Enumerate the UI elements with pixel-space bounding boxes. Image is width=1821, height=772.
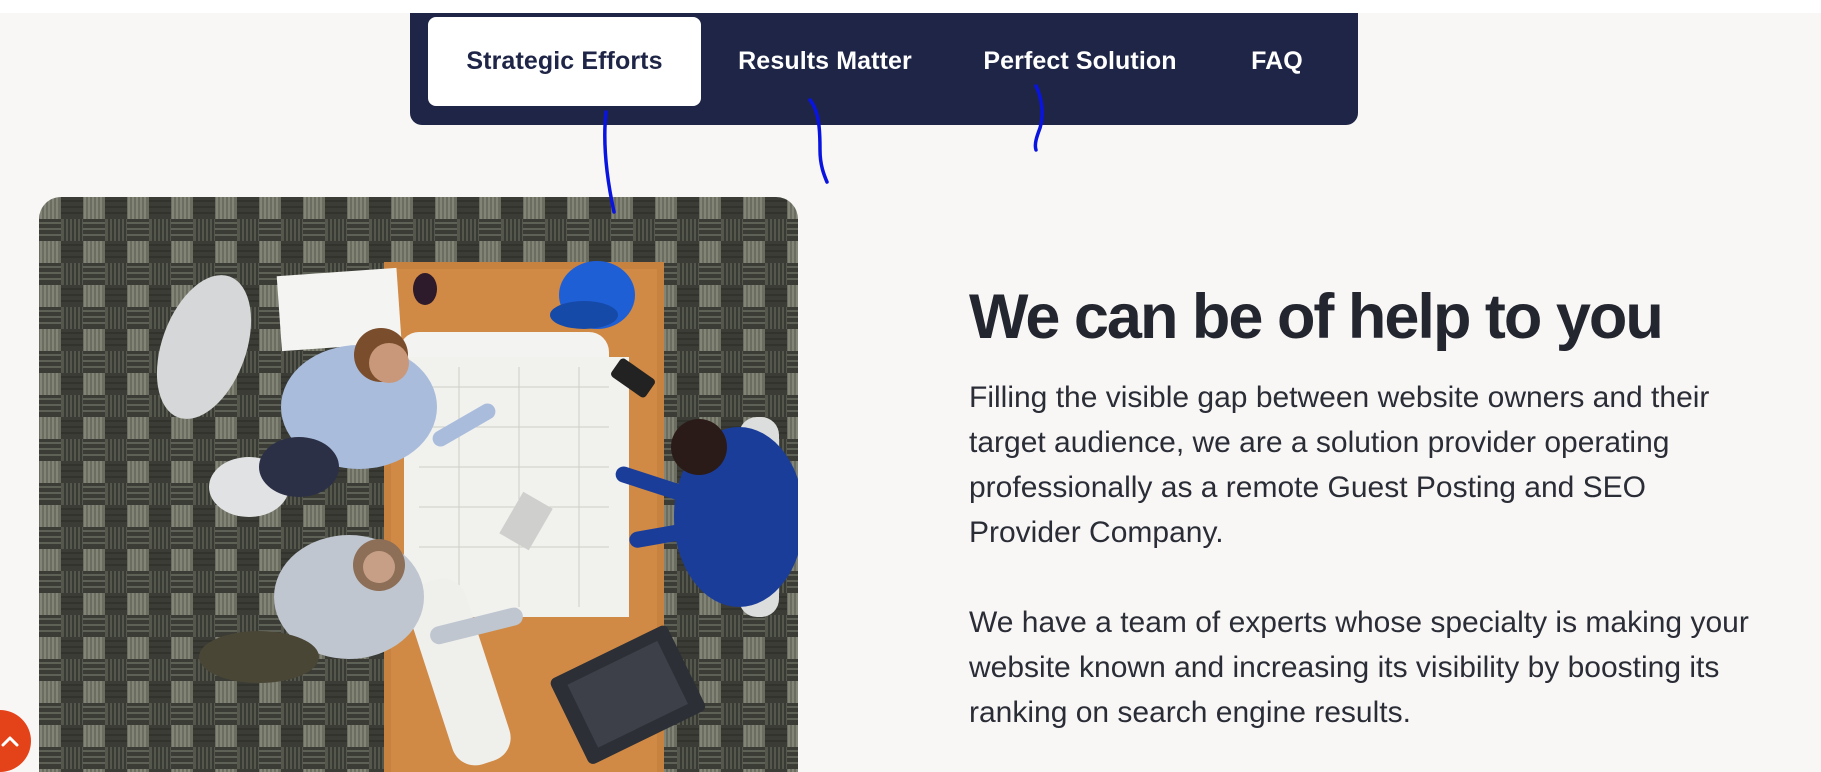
tab-results-matter[interactable]: Results Matter <box>720 17 930 106</box>
tab-strategic-efforts[interactable]: Strategic Efforts <box>428 17 701 106</box>
help-section: We can be of help to you Filling the vis… <box>969 275 1749 735</box>
chevron-up-icon <box>1 736 19 747</box>
section-heading: We can be of help to you <box>969 282 1664 352</box>
intro-paragraph: Filling the visible gap between website … <box>969 381 1710 549</box>
tabs-bar: Strategic Efforts Results Matter Perfect… <box>410 13 1358 125</box>
team-paragraph: We have a team of experts whose specialt… <box>969 606 1749 729</box>
top-strip <box>0 0 1821 13</box>
tab-perfect-solution[interactable]: Perfect Solution <box>970 17 1190 106</box>
team-meeting-illustration <box>39 197 798 772</box>
team-meeting-photo <box>39 197 798 772</box>
scroll-to-top-button[interactable] <box>0 710 31 772</box>
tab-faq[interactable]: FAQ <box>1232 17 1322 106</box>
